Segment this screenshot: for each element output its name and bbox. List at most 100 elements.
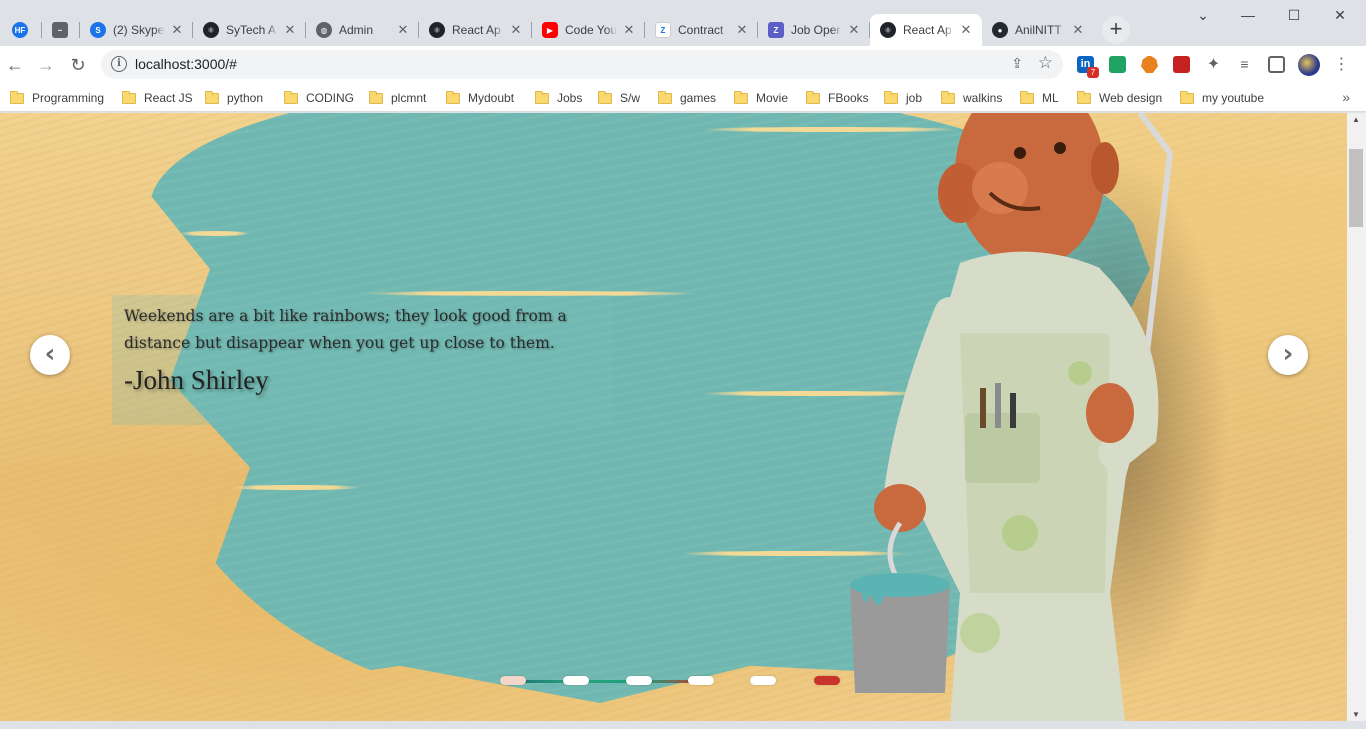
react-icon: ⚛ [203,22,219,38]
scroll-thumb[interactable] [1349,149,1363,227]
address-bar[interactable]: i localhost:3000/# ⇪ ☆ [101,50,1063,79]
bookmark-label: S/w [620,91,641,105]
minimize-button[interactable]: — [1228,4,1268,28]
profile-avatar[interactable] [1298,54,1320,76]
close-icon[interactable]: ✕ [1070,22,1086,38]
reload-button[interactable]: ↻ [64,51,92,79]
close-icon[interactable]: ✕ [734,22,750,38]
tab-7[interactable]: Z Contract ✕ [645,14,758,46]
folder-icon [535,90,549,104]
hero-carousel: Weekends are a bit like rainbows; they l… [0,113,1347,721]
tab-3[interactable]: ⚛ SyTech A ✕ [193,14,306,46]
tab-5[interactable]: ⚛ React Ap ✕ [419,14,532,46]
bookmark-games[interactable]: games [658,89,716,107]
tab-title: React Ap [452,23,501,37]
bookmark-web-design[interactable]: Web design [1077,89,1162,107]
bookmark-mydoubt[interactable]: Mydoubt [446,89,514,107]
bookmark-ml[interactable]: ML [1020,89,1059,107]
close-icon[interactable]: ✕ [282,22,298,38]
scroll-down-icon[interactable]: ▼ [1352,710,1360,719]
globe-icon: ◍ [316,22,332,38]
tab-0[interactable]: HF [2,14,42,46]
bookmark-plcmnt[interactable]: plcmnt [369,89,426,107]
forward-button[interactable]: → [32,51,60,79]
bird-icon: ~ [52,22,68,38]
tab-2[interactable]: S (2) Skype ✕ [80,14,193,46]
bookmark-label: React JS [144,91,193,105]
indicator-dot[interactable] [688,676,714,685]
close-icon[interactable]: ✕ [508,22,524,38]
bookmark-movie[interactable]: Movie [734,89,788,107]
tab-title: SyTech A [226,23,277,37]
site-info-icon[interactable]: i [111,56,127,72]
media-control-icon[interactable]: ≡ [1236,56,1253,73]
close-icon[interactable]: ✕ [958,22,974,38]
bookmark-my-youtube[interactable]: my youtube [1180,89,1264,107]
indicator-dot[interactable] [626,676,652,685]
tab-6[interactable]: ▶ Code You ✕ [532,14,645,46]
maximize-button[interactable]: ☐ [1274,4,1314,28]
close-icon[interactable]: ✕ [621,22,637,38]
sheets-extension-icon[interactable] [1109,56,1126,73]
folder-icon [734,90,748,104]
url-text[interactable]: localhost:3000/# [135,56,237,72]
carousel-next-button[interactable]: › [1268,335,1308,375]
indicator-dot[interactable] [563,676,589,685]
zoho-icon: Z [768,22,784,38]
bookmark-programming[interactable]: Programming [10,89,104,107]
metamask-fox-icon[interactable] [1141,56,1158,73]
bookmark-sw[interactable]: S/w [598,89,640,107]
folder-icon [10,90,24,104]
back-button[interactable]: ← [1,51,29,79]
new-tab-button[interactable]: + [1102,16,1130,44]
more-bookmarks-icon[interactable]: » [1342,89,1350,105]
tab-8[interactable]: Z Job Oper ✕ [758,14,870,46]
share-icon[interactable]: ⇪ [1011,55,1023,72]
indicator-dot[interactable] [500,676,526,685]
bookmark-jobs[interactable]: Jobs [535,89,582,107]
close-window-button[interactable]: ✕ [1320,4,1360,28]
react-icon: ⚛ [880,22,896,38]
react-icon: ⚛ [429,22,445,38]
bookmark-label: Jobs [557,91,583,105]
bookmark-react-js[interactable]: React JS [122,89,193,107]
quote-author: -John Shirley [124,365,269,395]
tab-title: Code You [565,23,617,37]
menu-kebab-icon[interactable]: ⋮ [1333,56,1350,73]
folder-icon [369,90,383,104]
bookmark-label: job [906,91,923,105]
paint-streak [180,231,250,236]
red-extension-icon[interactable] [1173,56,1190,73]
bookmark-job[interactable]: job [884,89,922,107]
tab-10[interactable]: ● AnilNITT ✕ [982,14,1094,46]
bookmark-python[interactable]: python [205,89,263,107]
bookmark-fbooks[interactable]: FBooks [806,89,869,107]
carousel-prev-button[interactable]: ‹ [30,335,70,375]
side-panel-icon[interactable] [1268,56,1285,73]
folder-icon [1180,90,1194,104]
bookmark-walkins[interactable]: walkins [941,89,1002,107]
indicator-track [508,680,708,683]
scroll-up-icon[interactable]: ▲ [1352,115,1360,124]
folder-icon [205,90,219,104]
bookmark-coding[interactable]: CODING [284,89,354,107]
tab-9-active[interactable]: ⚛ React Ap ✕ [870,14,982,46]
indicator-dot-active[interactable] [814,676,840,685]
vertical-scrollbar[interactable]: ▲ ▼ [1347,113,1366,721]
tab-4[interactable]: ◍ Admin ✕ [306,14,419,46]
tab-1[interactable]: ~ [42,14,80,46]
folder-icon [1077,90,1091,104]
hf-icon: HF [12,22,28,38]
indicator-dot[interactable] [750,676,776,685]
folder-icon [658,90,672,104]
bookmark-label: Movie [756,91,789,105]
close-icon[interactable]: ✕ [846,22,862,38]
bookmark-label: python [227,91,264,105]
close-icon[interactable]: ✕ [395,22,411,38]
puzzle-extensions-icon[interactable]: ✦ [1205,56,1222,73]
bookmark-label: Programming [32,91,105,105]
bookmark-star-icon[interactable]: ☆ [1038,53,1053,73]
folder-icon [122,90,136,104]
tab-search-icon[interactable]: ⌄ [1183,4,1223,28]
close-icon[interactable]: ✕ [169,22,185,38]
